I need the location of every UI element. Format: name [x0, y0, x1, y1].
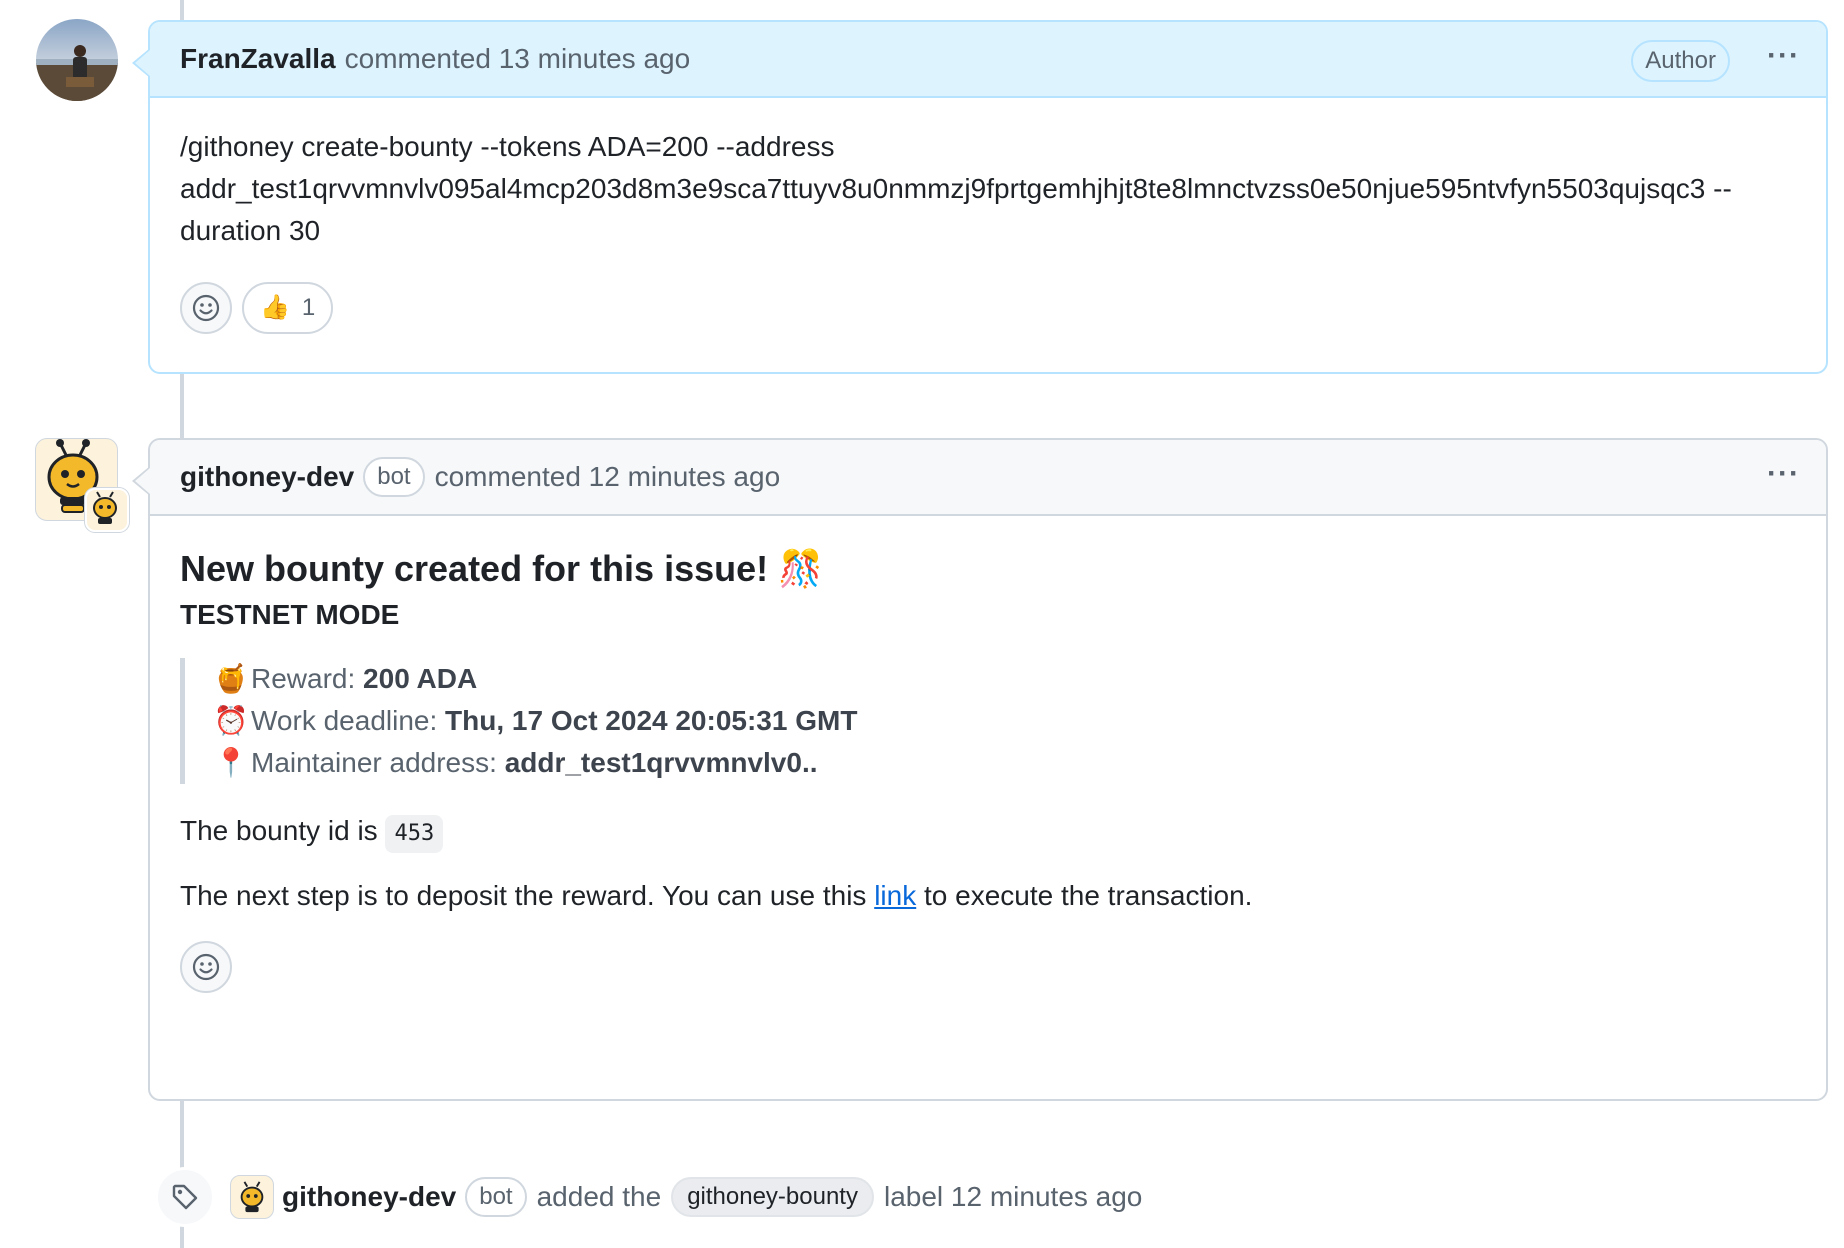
label-added-event: githoney-dev bot added the githoney-boun…	[156, 1162, 1142, 1232]
event-actor[interactable]: githoney-dev	[282, 1181, 456, 1213]
bounty-details-quote: 🍯 Reward: 200 ADA ⏰ Work deadline: Thu, …	[180, 658, 1796, 784]
bot-app-avatar	[85, 488, 129, 532]
comment-timestamp[interactable]: commented 13 minutes ago	[345, 43, 691, 75]
reward-row: 🍯 Reward: 200 ADA	[213, 658, 1796, 700]
mode-heading: TESTNET MODE	[180, 599, 400, 630]
transaction-link[interactable]: link	[874, 880, 916, 911]
bot-comment: githoney-dev bot commented 12 minutes ag…	[132, 438, 1828, 1101]
pin-icon: 📍	[213, 747, 249, 778]
comment-timestamp[interactable]: commented 12 minutes ago	[435, 461, 781, 493]
reaction-count: 1	[301, 294, 316, 321]
bot-badge: bot	[363, 457, 425, 497]
bot-badge: bot	[465, 1177, 527, 1217]
comment-body: New bounty created for this issue! 🎊 TES…	[150, 516, 1826, 993]
add-reaction-button[interactable]	[180, 941, 232, 993]
author-badge: Author	[1631, 40, 1730, 82]
command-line-3: duration 30	[180, 215, 321, 246]
smiley-icon	[192, 953, 220, 981]
thumbs-up-icon: 👍	[260, 294, 290, 321]
event-timestamp[interactable]: label 12 minutes ago	[884, 1181, 1142, 1213]
comment-header: githoney-dev bot commented 12 minutes ag…	[132, 440, 1826, 516]
address-label: Maintainer address:	[251, 747, 497, 778]
add-reaction-button[interactable]	[180, 282, 232, 334]
comment-caret	[132, 466, 150, 496]
bot-avatar[interactable]	[35, 438, 129, 532]
comment-author[interactable]: githoney-dev	[180, 461, 354, 493]
comment-caret	[132, 48, 150, 78]
bee-icon	[240, 1181, 264, 1213]
honey-pot-icon: 🍯	[213, 663, 249, 694]
tag-icon	[172, 1184, 198, 1210]
command-line-2: addr_test1qrvvmnvlv095al4mcp203d8m3e9sca…	[180, 173, 1732, 204]
thumbs-up-reaction[interactable]: 👍 1	[242, 282, 334, 334]
user-avatar[interactable]	[36, 19, 118, 101]
comment-menu-button[interactable]: ···	[1767, 459, 1800, 489]
alarm-clock-icon: ⏰	[213, 705, 249, 736]
author-comment: FranZavalla commented 13 minutes ago Aut…	[132, 20, 1828, 374]
address-row: 📍 Maintainer address: addr_test1qrvvmnvl…	[213, 742, 1796, 784]
event-action: added the	[536, 1181, 662, 1212]
reactions-bar: 👍 1	[180, 282, 1796, 334]
reward-value: 200 ADA	[363, 663, 478, 694]
bounty-heading: New bounty created for this issue! 🎊	[180, 548, 823, 589]
comment-body: /githoney create-bounty --tokens ADA=200…	[150, 98, 1826, 334]
smiley-icon	[192, 294, 220, 322]
next-step-prefix: The next step is to deposit the reward. …	[180, 880, 875, 911]
actor-avatar[interactable]	[230, 1175, 274, 1219]
address-value: addr_test1qrvvmnvlv0..	[504, 747, 818, 778]
bounty-id-prefix: The bounty id is	[180, 815, 386, 846]
next-step-suffix: to execute the transaction.	[916, 880, 1253, 911]
deadline-row: ⏰ Work deadline: Thu, 17 Oct 2024 20:05:…	[213, 700, 1796, 742]
tag-icon-badge	[156, 1168, 214, 1226]
command-line-1: /githoney create-bounty --tokens ADA=200…	[180, 131, 835, 162]
deadline-value: Thu, 17 Oct 2024 20:05:31 GMT	[445, 705, 858, 736]
next-step-line: The next step is to deposit the reward. …	[180, 875, 1796, 917]
bounty-id-code: 453	[385, 815, 444, 853]
comment-menu-button[interactable]: ···	[1767, 41, 1800, 71]
reactions-bar	[180, 941, 1796, 993]
reward-label: Reward:	[251, 663, 356, 694]
bounty-id-line: The bounty id is 453	[180, 810, 1796, 853]
comment-author[interactable]: FranZavalla	[180, 43, 336, 75]
label-pill[interactable]: githoney-bounty	[671, 1177, 874, 1217]
comment-header: FranZavalla commented 13 minutes ago Aut…	[132, 22, 1826, 98]
deadline-label: Work deadline:	[251, 705, 438, 736]
